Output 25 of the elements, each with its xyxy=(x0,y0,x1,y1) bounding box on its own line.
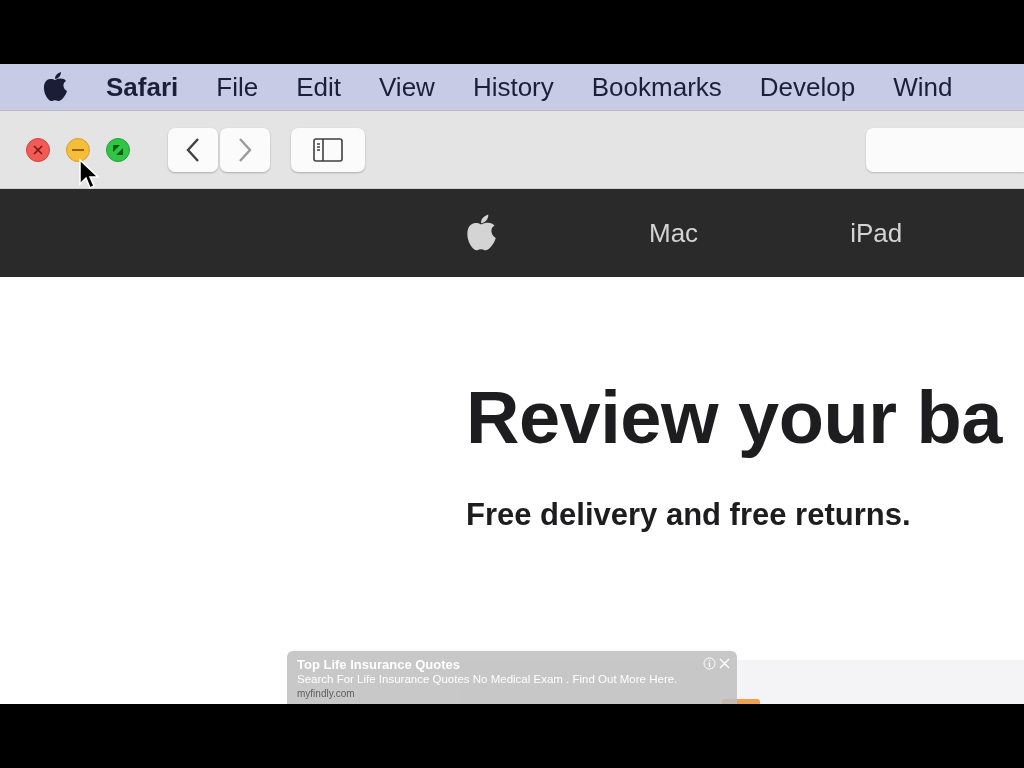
apple-logo-icon[interactable] xyxy=(465,214,497,252)
fullscreen-icon xyxy=(112,143,124,156)
menu-item[interactable]: Develop xyxy=(759,71,856,103)
address-field[interactable] xyxy=(866,127,1024,172)
menu-item[interactable]: Edit xyxy=(296,71,341,103)
menu-item[interactable]: Wind xyxy=(893,71,953,103)
menu-item[interactable]: Safari xyxy=(106,71,179,103)
sidebar-button[interactable] xyxy=(291,127,365,172)
ad-domain: myfindly.com xyxy=(297,687,355,700)
back-button[interactable] xyxy=(168,127,218,172)
fullscreen-button[interactable] xyxy=(106,137,130,162)
menu-item[interactable]: Bookmarks xyxy=(591,71,722,103)
minimize-button[interactable] xyxy=(66,137,90,162)
page-subheading: Free delivery and free returns. xyxy=(466,497,912,533)
apple-logo-icon[interactable] xyxy=(42,72,68,102)
menu-item[interactable]: File xyxy=(216,71,259,103)
menu-item[interactable]: History xyxy=(472,71,554,103)
close-icon xyxy=(33,144,43,155)
sidebar-icon xyxy=(313,137,343,162)
menu-item[interactable]: View xyxy=(379,71,435,103)
mouse-pointer-icon xyxy=(78,158,100,190)
close-button[interactable] xyxy=(26,137,50,162)
nav-link[interactable]: iPad xyxy=(850,217,903,249)
minimize-icon xyxy=(72,147,84,152)
nav-link[interactable]: Mac xyxy=(649,217,699,249)
